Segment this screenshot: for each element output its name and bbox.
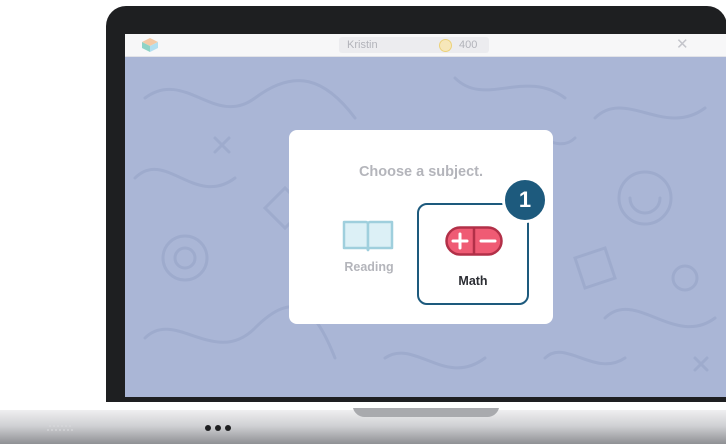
user-name: Kristin: [347, 39, 378, 51]
laptop-illustration: Kristin 400 ✕ Choose a subject. Reading: [0, 0, 726, 448]
close-icon[interactable]: ✕: [676, 34, 689, 56]
dialog-title: Choose a subject.: [358, 164, 484, 180]
coin-count: 400: [459, 39, 478, 51]
reading-subject-button[interactable]: Reading: [329, 216, 409, 296]
reading-label: Reading: [344, 260, 394, 274]
book-icon: [342, 220, 394, 252]
coin-icon: [439, 38, 452, 52]
choose-subject-dialog: Choose a subject. Reading Math: [289, 130, 553, 324]
user-status-pill: Kristin 400: [339, 37, 489, 53]
step-number-badge: 1: [502, 177, 548, 223]
app-logo-cube-icon: [142, 38, 158, 52]
plus-minus-icon: [445, 226, 503, 256]
laptop-base: [0, 408, 726, 444]
top-app-bar: Kristin 400 ✕: [125, 34, 726, 57]
math-label: Math: [458, 274, 488, 288]
laptop-screen: Kristin 400 ✕ Choose a subject. Reading: [125, 34, 726, 397]
